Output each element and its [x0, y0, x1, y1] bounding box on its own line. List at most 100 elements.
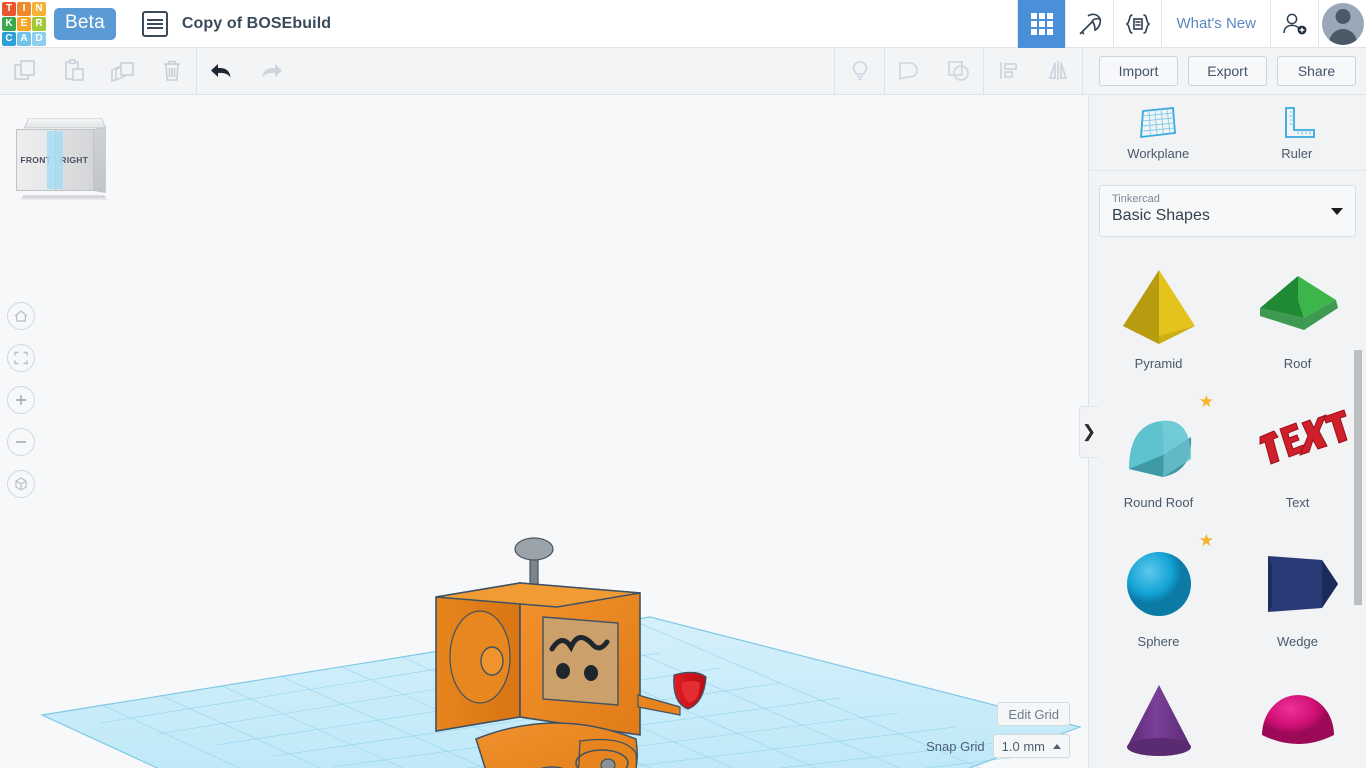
- view-cube-side-face[interactable]: [94, 126, 106, 194]
- duplicate-button[interactable]: [98, 48, 147, 95]
- edit-toolbar: Import Export Share: [0, 47, 1366, 95]
- 3d-viewport[interactable]: FRONT RIGHT Edit Grid Snap Grid 1.0 mm: [0, 95, 1088, 768]
- zoom-out-button[interactable]: [7, 428, 35, 456]
- shape-sphere-label: Sphere: [1137, 634, 1180, 649]
- zoom-in-button[interactable]: [7, 386, 35, 414]
- view-cube-top-face[interactable]: [23, 118, 107, 129]
- ungroup-button[interactable]: [934, 48, 983, 95]
- shape-wedge-thumbnail: [1246, 538, 1350, 632]
- ungroup-icon: [947, 61, 969, 81]
- hint-button[interactable]: [835, 48, 884, 95]
- paste-button[interactable]: [49, 48, 98, 95]
- document-list-icon[interactable]: [141, 10, 168, 37]
- chevron-down-icon: [1331, 208, 1343, 215]
- shape-half-sphere[interactable]: [1228, 669, 1366, 768]
- user-avatar-button[interactable]: [1318, 0, 1366, 48]
- shape-half-sphere-thumbnail: [1246, 677, 1350, 768]
- workplane-icon: [1140, 107, 1177, 139]
- shape-library-select[interactable]: Tinkercad Basic Shapes: [1099, 185, 1356, 237]
- plus-icon: [16, 395, 26, 405]
- import-button[interactable]: Import: [1099, 56, 1178, 86]
- file-actions-group: Import Export Share: [1083, 56, 1366, 86]
- undo-button[interactable]: [197, 48, 246, 95]
- panel-tools: Workplane Ruler: [1089, 95, 1366, 171]
- shape-library-owner: Tinkercad: [1112, 193, 1160, 205]
- fit-view-button[interactable]: [7, 344, 35, 372]
- minus-icon: [16, 441, 26, 443]
- shape-round-roof[interactable]: ★ Round Roof: [1089, 391, 1228, 530]
- mirror-icon: [1048, 61, 1067, 80]
- apps-grid-icon: [1030, 12, 1053, 35]
- caret-up-icon: [1053, 743, 1061, 749]
- shape-sphere-thumbnail: [1107, 538, 1211, 632]
- tinkercad-app: TINKERCAD Beta Copy of BOSEbuild What's …: [0, 0, 1366, 768]
- shape-roof-label: Roof: [1283, 356, 1312, 371]
- whats-new-link[interactable]: What's New: [1161, 0, 1270, 48]
- workplane-tool-label: Workplane: [1127, 146, 1190, 161]
- invite-button[interactable]: [1270, 0, 1318, 48]
- logo-tile-i: I: [17, 1, 31, 16]
- view-cube[interactable]: FRONT RIGHT: [16, 115, 114, 205]
- shape-sphere[interactable]: ★ Sphere: [1089, 530, 1228, 669]
- ruler-icon: [1284, 107, 1315, 138]
- panel-scrollbar[interactable]: [1354, 350, 1362, 605]
- snap-grid-value: 1.0 mm: [1001, 738, 1045, 754]
- workplane-tool[interactable]: Workplane: [1089, 95, 1228, 170]
- edit-grid-button[interactable]: Edit Grid: [997, 702, 1070, 726]
- logo-tile-r: R: [32, 16, 46, 31]
- logo-tile-n: N: [32, 1, 46, 16]
- undo-icon: [210, 64, 230, 78]
- home-icon: [14, 310, 28, 322]
- shape-roof-thumbnail: [1246, 260, 1350, 354]
- cube-perspective-icon: [15, 477, 27, 491]
- pickaxe-icon: [1079, 13, 1102, 35]
- shape-text-thumbnail: [1246, 399, 1350, 493]
- shape-wedge[interactable]: Wedge: [1228, 530, 1366, 669]
- apps-grid-button[interactable]: [1017, 0, 1066, 48]
- minecraft-button[interactable]: [1065, 0, 1113, 48]
- shape-round-roof-label: Round Roof: [1123, 495, 1194, 510]
- tinkercad-logo[interactable]: TIN KER CAD: [2, 1, 46, 46]
- shape-cone[interactable]: [1089, 669, 1228, 768]
- snap-grid-select[interactable]: 1.0 mm: [992, 734, 1070, 758]
- share-button[interactable]: Share: [1277, 56, 1356, 86]
- codeblocks-button[interactable]: [1113, 0, 1161, 48]
- shape-round-roof-thumbnail: [1107, 399, 1211, 493]
- shape-pyramid[interactable]: Pyramid: [1089, 252, 1228, 391]
- redo-icon: [262, 64, 282, 78]
- copy-icon: [13, 60, 35, 80]
- shape-library-collection: Basic Shapes: [1112, 207, 1210, 224]
- logo-tile-t: T: [2, 1, 16, 16]
- panel-collapse-handle[interactable]: ❯: [1079, 406, 1098, 458]
- mirror-button[interactable]: [1033, 48, 1082, 95]
- projection-toggle-button[interactable]: [7, 470, 35, 498]
- top-bar-right: What's New: [1017, 0, 1366, 48]
- shape-grid: Pyramid Roof ★ Round Roof Text ★ Sphere Wedge: [1089, 240, 1366, 768]
- export-button[interactable]: Export: [1188, 56, 1267, 86]
- copy-button[interactable]: [0, 48, 49, 95]
- history-tools-group: [197, 48, 295, 95]
- shape-text[interactable]: Text: [1228, 391, 1366, 530]
- snap-grid-label: Snap Grid: [926, 738, 985, 754]
- align-button[interactable]: [984, 48, 1033, 95]
- logo-tile-d: D: [32, 31, 46, 46]
- ruler-tool-label: Ruler: [1281, 146, 1313, 161]
- shape-roof[interactable]: Roof: [1228, 252, 1366, 391]
- shape-text-label: Text: [1285, 495, 1310, 510]
- shape-wedge-label: Wedge: [1277, 634, 1318, 649]
- delete-button[interactable]: [147, 48, 196, 95]
- ruler-tool[interactable]: Ruler: [1228, 95, 1366, 170]
- beta-badge[interactable]: Beta: [54, 7, 116, 40]
- redo-button[interactable]: [246, 48, 295, 95]
- object-tools-group: [835, 47, 1082, 95]
- view-cube-shadow: [20, 195, 108, 200]
- user-avatar: [1321, 2, 1364, 45]
- document-title[interactable]: Copy of BOSEbuild: [182, 15, 331, 33]
- group-button[interactable]: [885, 48, 934, 95]
- home-view-button[interactable]: [7, 302, 35, 330]
- logo-tile-c: C: [2, 31, 16, 46]
- logo-tile-e: E: [17, 16, 31, 31]
- lightbulb-icon: [852, 61, 867, 80]
- codeblocks-icon: [1125, 13, 1151, 34]
- shape-grid-scroll[interactable]: Pyramid Roof ★ Round Roof Text ★ Sphere Wedge: [1089, 240, 1366, 768]
